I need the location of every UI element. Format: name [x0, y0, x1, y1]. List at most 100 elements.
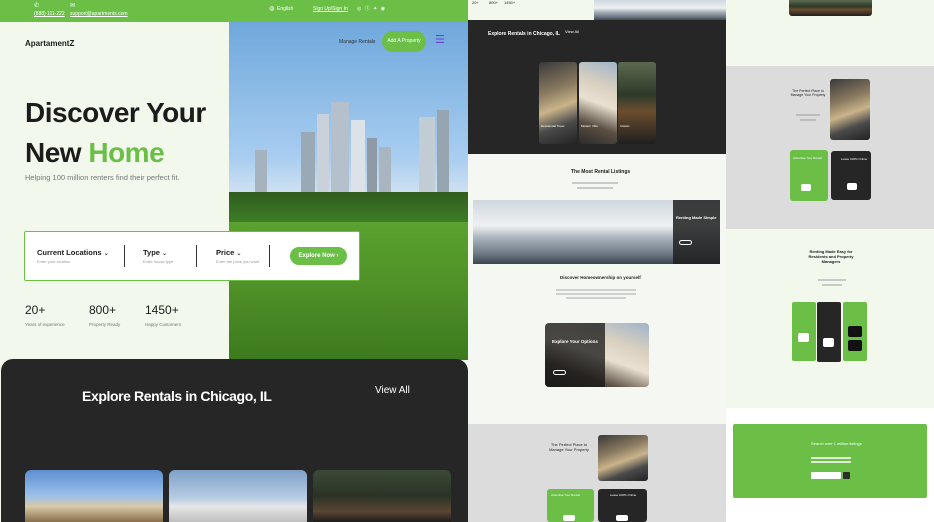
mini-explore-options-title: Explore Your Options — [552, 339, 598, 344]
mini-explore-options-card[interactable]: Explore Your Options — [545, 323, 649, 387]
mini-paragraph — [796, 114, 820, 116]
mini-search-title: Search over 1 million listings — [811, 441, 862, 446]
mini-stat: 1450+ — [504, 0, 516, 5]
mini-paragraph — [566, 297, 626, 299]
stat-value: 20+ — [25, 303, 46, 317]
mini-paragraph — [811, 461, 851, 463]
mini-feature-card[interactable] — [843, 302, 867, 361]
hero-image — [229, 22, 468, 360]
mini-renting-simple-title: Renting Made Simple — [676, 215, 717, 220]
view-all-link[interactable]: View All — [375, 385, 410, 396]
explore-title: Explore Rentals in Chicago, IL — [82, 388, 272, 404]
mini-feature-card[interactable] — [817, 302, 841, 362]
mini-card-button[interactable] — [553, 370, 566, 375]
mini-card-overlay — [545, 323, 605, 387]
mini-top-image — [789, 0, 872, 16]
stat-label: Happy Customers — [145, 322, 182, 327]
location-hint: Enter your location — [37, 259, 71, 264]
mini-card-label: Classic — [620, 124, 630, 128]
mini-hero-image — [594, 0, 726, 20]
mini-card-button[interactable] — [847, 183, 857, 190]
mini-advertise-title: Advertise Your Rental — [551, 493, 580, 497]
mini-rental-card[interactable]: Residential Tower — [539, 62, 577, 144]
email-link[interactable]: support@apartments.com — [70, 11, 128, 17]
mini-page-right: The Perfect Place to Manage Your Propert… — [726, 0, 934, 522]
mini-perfect-place-image — [598, 435, 648, 481]
type-field[interactable]: Type ⌄ Enter house type — [143, 248, 173, 264]
mini-view-all[interactable]: View All — [565, 29, 579, 34]
add-property-button[interactable]: Add A Property — [382, 31, 426, 52]
mini-lease-card-2[interactable]: Lease 100% Online — [831, 151, 871, 200]
mini-paragraph — [800, 119, 816, 121]
mini-paragraph — [556, 293, 636, 295]
mini-lease-card[interactable]: Lease 100% Online — [598, 489, 647, 522]
stat-customers: 1450+ Happy Customers — [145, 303, 181, 327]
menu-icon[interactable]: ☰ — [435, 35, 445, 46]
mini-stats-strip: 20+ 800+ 1450+ — [468, 0, 726, 20]
mini-lease-title: Lease 100% Online — [610, 493, 637, 497]
divider — [269, 245, 270, 267]
mini-rental-card[interactable]: Modern Villa — [579, 62, 617, 144]
mini-perfect-place-title: The Perfect Place to Manage Your Propert… — [549, 442, 589, 452]
mini-perfect-place-section: The Perfect Place to Manage Your Propert… — [468, 424, 726, 522]
hero-title-new: New — [25, 137, 89, 168]
mini-discover-title: Discover Homeownership on yourself — [560, 275, 641, 280]
mini-stat: 20+ — [472, 0, 479, 5]
rental-card-image[interactable] — [169, 470, 307, 522]
stat-value: 1450+ — [145, 303, 179, 317]
stat-label: Years of experience — [25, 322, 65, 327]
mini-card-button[interactable] — [563, 515, 575, 521]
stat-value: 800+ — [89, 303, 117, 317]
app-store-badge[interactable] — [848, 326, 862, 337]
phone-icon: ✆ — [34, 3, 40, 9]
mini-card-button[interactable] — [801, 184, 811, 191]
chevron-down-icon: ⌄ — [103, 251, 109, 257]
chevron-down-icon: ⌄ — [236, 251, 242, 257]
explore-now-button[interactable]: Explore Now › — [290, 247, 347, 265]
main-page: ✆ (888) 111-222 ✉ support@apartments.com… — [0, 0, 468, 522]
price-label: Price — [216, 248, 235, 257]
mini-explore-title: Explore Rentals in Chicago, IL — [488, 31, 560, 37]
location-field[interactable]: Current Locations ⌄ Enter your location — [37, 248, 109, 264]
mail-icon: ✉ — [70, 3, 76, 9]
search-panel: Current Locations ⌄ Enter your location … — [24, 231, 360, 281]
mini-banner-button[interactable] — [679, 240, 692, 245]
mini-card-button[interactable] — [823, 338, 834, 347]
mini-search-button[interactable] — [843, 472, 850, 479]
mini-search-section: Search over 1 million listings — [726, 408, 934, 522]
price-field[interactable]: Price ⌄ Enter the price you want — [216, 248, 259, 264]
mini-search-input[interactable] — [811, 472, 841, 479]
mini-advertise-card[interactable]: Advertise Your Rental — [547, 489, 594, 522]
mini-paragraph — [822, 284, 842, 286]
manage-rentals-link[interactable]: Manage Rentals — [339, 39, 375, 45]
mini-feature-card[interactable] — [792, 302, 816, 361]
mini-advertise-title-2: Advertise Your Rental — [793, 156, 822, 160]
divider — [124, 245, 125, 267]
hero-title-line1: Discover Your — [25, 97, 206, 128]
mini-stat: 800+ — [489, 0, 499, 5]
mini-rental-card[interactable]: Classic — [618, 62, 656, 144]
price-hint: Enter the price you want — [216, 259, 260, 264]
logo[interactable]: ApartamentZ — [25, 39, 74, 48]
chevron-down-icon: ⌄ — [162, 251, 168, 257]
rental-card-image[interactable] — [313, 470, 451, 522]
type-hint: Enter house type — [143, 259, 174, 264]
mini-card-button[interactable] — [798, 333, 809, 342]
top-bar: ✆ (888) 111-222 ✉ support@apartments.com… — [0, 0, 468, 22]
mini-lease-title-2: Lease 100% Online — [841, 157, 868, 161]
mini-paragraph — [577, 187, 613, 189]
phone-link[interactable]: (888) 111-222 — [34, 11, 65, 17]
mini-card-button[interactable] — [616, 515, 628, 521]
mini-perfect-place-title-2: The Perfect Place to Manage Your Propert… — [790, 89, 826, 97]
language-select[interactable]: English — [277, 6, 293, 12]
mini-paragraph — [818, 279, 846, 281]
hero-subtitle: Helping 100 million renters find their p… — [25, 173, 180, 182]
type-label: Type — [143, 248, 160, 257]
social-icons[interactable]: ◎ ⓕ ✦ ◉ — [357, 5, 386, 12]
signin-link[interactable]: Sign Up/Sign In — [313, 6, 348, 12]
mini-paragraph — [811, 457, 851, 459]
mini-advertise-card-2[interactable]: Advertise Your Rental — [790, 150, 828, 201]
google-play-badge[interactable] — [848, 340, 862, 351]
rental-card-image[interactable] — [25, 470, 163, 522]
explore-now-label: Explore Now — [298, 253, 335, 259]
